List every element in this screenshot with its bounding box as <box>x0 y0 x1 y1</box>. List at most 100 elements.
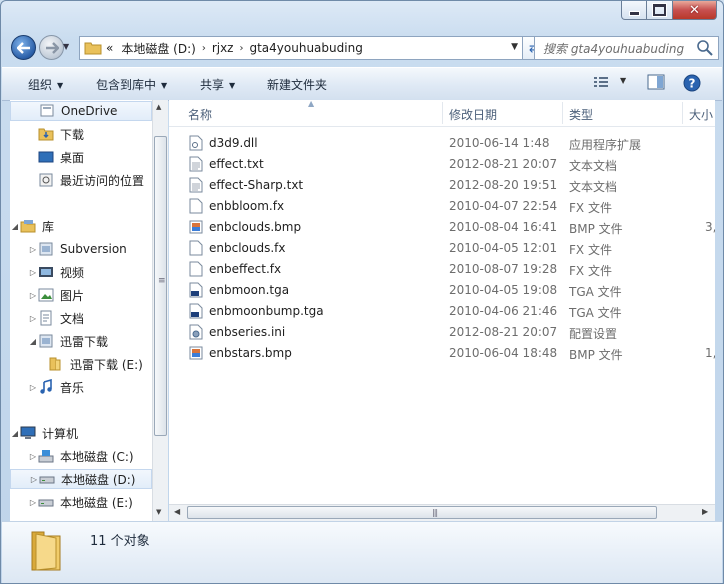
organize-menu[interactable]: 组织 ▼ <box>28 76 63 93</box>
nav-item-downloads[interactable]: 下载 <box>10 124 152 144</box>
nav-item-pictures[interactable]: ▷ 图片 <box>10 285 152 305</box>
file-name: enbclouds.fx <box>209 241 286 255</box>
generic-file-icon <box>189 261 203 277</box>
help-button[interactable]: ? <box>683 74 701 95</box>
scroll-left-icon[interactable]: ◀ <box>174 507 180 516</box>
nav-item-documents[interactable]: ▷ 文档 <box>10 308 152 328</box>
generic-file-icon <box>189 240 203 256</box>
file-row[interactable]: effect.txt 2012-08-21 20:07 文本文档 <box>169 154 715 175</box>
nav-item-label: 下载 <box>60 127 85 142</box>
expand-arrow-icon[interactable]: ▷ <box>29 475 39 484</box>
nav-item-videos[interactable]: ▷ 视频 <box>10 262 152 282</box>
nav-item-libraries[interactable]: ◢ 库 <box>10 216 152 236</box>
close-button[interactable]: ✕ <box>673 1 717 20</box>
file-row[interactable]: enbstars.bmp 2010-06-04 18:48 BMP 文件 1,( <box>169 343 715 364</box>
file-row[interactable]: enbclouds.fx 2010-04-05 12:01 FX 文件 <box>169 238 715 259</box>
column-header-date[interactable]: 修改日期 <box>449 106 497 123</box>
file-date: 2010-04-07 22:54 <box>449 199 558 213</box>
recent-pages-dropdown-icon[interactable]: ▼ <box>63 42 69 51</box>
expand-arrow-icon[interactable]: ▷ <box>28 245 38 254</box>
collapse-arrow-icon[interactable]: ◢ <box>10 222 20 231</box>
file-list-horizontal-scrollbar[interactable]: ◀ ||| ▶ <box>169 504 715 521</box>
column-header-name[interactable]: 名称 <box>188 106 212 123</box>
file-row[interactable]: enbbloom.fx 2010-04-07 22:54 FX 文件 <box>169 196 715 217</box>
explorer-window: ✕ ▼ « 本地磁盘 (D:) › rjxz › gta4youhuabudin… <box>0 0 724 584</box>
column-header-type[interactable]: 类型 <box>569 106 593 123</box>
scroll-up-icon[interactable]: ▲ <box>156 103 161 111</box>
nav-item-desktop[interactable]: 桌面 <box>10 147 152 167</box>
forward-button[interactable] <box>39 35 64 60</box>
file-type: FX 文件 <box>569 264 612 278</box>
share-menu[interactable]: 共享 ▼ <box>200 76 235 93</box>
breadcrumb-rjxz[interactable]: rjxz <box>208 41 238 55</box>
include-in-library-label: 包含到库中 <box>96 78 157 92</box>
navigation-pane-scrollbar[interactable]: ▲ ≡ ▼ <box>152 100 168 521</box>
column-header-size[interactable]: 大小 <box>689 106 713 123</box>
file-name: enbclouds.bmp <box>209 220 302 234</box>
scrollbar-thumb[interactable]: ||| <box>187 506 657 519</box>
minimize-button[interactable] <box>621 1 647 20</box>
nav-item-onedrive[interactable]: OneDrive <box>10 101 152 121</box>
expand-arrow-icon[interactable]: ▷ <box>28 314 38 323</box>
breadcrumb-separator-icon[interactable]: › <box>200 43 208 54</box>
file-row[interactable]: enbseries.ini 2012-08-21 20:07 配置设置 <box>169 322 715 343</box>
bmp-file-icon <box>189 346 203 360</box>
nav-item-drive-c[interactable]: ▷ 本地磁盘 (C:) <box>10 446 152 466</box>
nav-item-drive-d[interactable]: ▷ 本地磁盘 (D:) <box>10 469 152 489</box>
file-size: 3,( <box>705 220 715 234</box>
include-in-library-menu[interactable]: 包含到库中 ▼ <box>96 76 167 93</box>
breadcrumb-overflow[interactable]: « <box>102 41 117 55</box>
scrollbar-thumb[interactable]: ≡ <box>154 136 167 436</box>
breadcrumb-separator-icon[interactable]: › <box>237 43 245 54</box>
file-row[interactable]: enbmoonbump.tga 2010-04-06 21:46 TGA 文件 <box>169 301 715 322</box>
nav-item-thunder-downloads[interactable]: ◢ 迅雷下载 <box>10 331 152 351</box>
file-row[interactable]: enbclouds.bmp 2010-08-04 16:41 BMP 文件 3,… <box>169 217 715 238</box>
breadcrumb-current-folder[interactable]: gta4youhuabuding <box>245 41 366 55</box>
expand-arrow-icon[interactable]: ▷ <box>28 291 38 300</box>
file-type: 文本文档 <box>569 180 618 194</box>
expand-arrow-icon[interactable]: ▷ <box>28 383 38 392</box>
nav-item-label: 本地磁盘 (E:) <box>60 495 133 510</box>
search-icon <box>697 40 713 56</box>
collapse-arrow-icon[interactable]: ◢ <box>28 337 38 346</box>
expand-arrow-icon[interactable]: ▷ <box>28 268 38 277</box>
desktop-icon <box>38 151 54 163</box>
breadcrumb-drive-d[interactable]: 本地磁盘 (D:) <box>117 40 199 57</box>
nav-item-subversion[interactable]: ▷ Subversion <box>10 239 152 259</box>
file-type: 应用程序扩展 <box>569 138 642 152</box>
nav-item-drive-e[interactable]: ▷ 本地磁盘 (E:) <box>10 492 152 512</box>
sort-ascending-icon: ▲ <box>308 100 315 108</box>
address-dropdown-icon[interactable]: ▼ <box>511 42 518 52</box>
expand-arrow-icon[interactable]: ▷ <box>28 498 38 507</box>
scroll-down-icon[interactable]: ▼ <box>156 508 161 516</box>
maximize-icon <box>653 4 666 16</box>
file-date: 2010-08-07 19:28 <box>449 262 558 276</box>
expand-arrow-icon[interactable]: ▷ <box>28 452 38 461</box>
file-row[interactable]: d3d9.dll 2010-06-14 1:48 应用程序扩展 <box>169 133 715 154</box>
collapse-arrow-icon[interactable]: ◢ <box>10 429 20 438</box>
folder-icon <box>31 531 61 571</box>
nav-item-computer[interactable]: ◢ 计算机 <box>10 423 152 443</box>
scroll-right-icon[interactable]: ▶ <box>702 507 708 516</box>
folder-icon <box>49 357 61 371</box>
file-row[interactable]: enbmoon.tga 2010-04-05 19:08 TGA 文件 <box>169 280 715 301</box>
nav-item-music[interactable]: ▷ 音乐 <box>10 377 152 397</box>
text-file-icon <box>189 156 203 172</box>
file-type: TGA 文件 <box>569 285 622 299</box>
file-row[interactable]: effect-Sharp.txt 2012-08-20 19:51 文本文档 <box>169 175 715 196</box>
nav-item-recent-places[interactable]: 最近访问的位置 <box>10 170 152 190</box>
address-bar[interactable]: « 本地磁盘 (D:) › rjxz › gta4youhuabuding ▼ <box>79 36 523 60</box>
maximize-button[interactable] <box>647 1 673 20</box>
bmp-file-icon <box>189 220 203 234</box>
back-button[interactable] <box>11 35 36 60</box>
change-view-button[interactable] <box>592 74 612 93</box>
view-options-dropdown-icon[interactable]: ▼ <box>620 76 626 85</box>
new-folder-button[interactable]: 新建文件夹 <box>267 76 327 93</box>
search-input[interactable]: 搜索 gta4youhuabuding <box>535 40 696 57</box>
file-type: TGA 文件 <box>569 306 622 320</box>
file-name: enbmoonbump.tga <box>209 304 324 318</box>
search-box[interactable]: 搜索 gta4youhuabuding <box>534 36 719 60</box>
file-row[interactable]: enbeffect.fx 2010-08-07 19:28 FX 文件 <box>169 259 715 280</box>
preview-pane-button[interactable] <box>647 74 665 93</box>
nav-item-thunder-downloads-e[interactable]: 迅雷下载 (E:) <box>10 354 152 374</box>
